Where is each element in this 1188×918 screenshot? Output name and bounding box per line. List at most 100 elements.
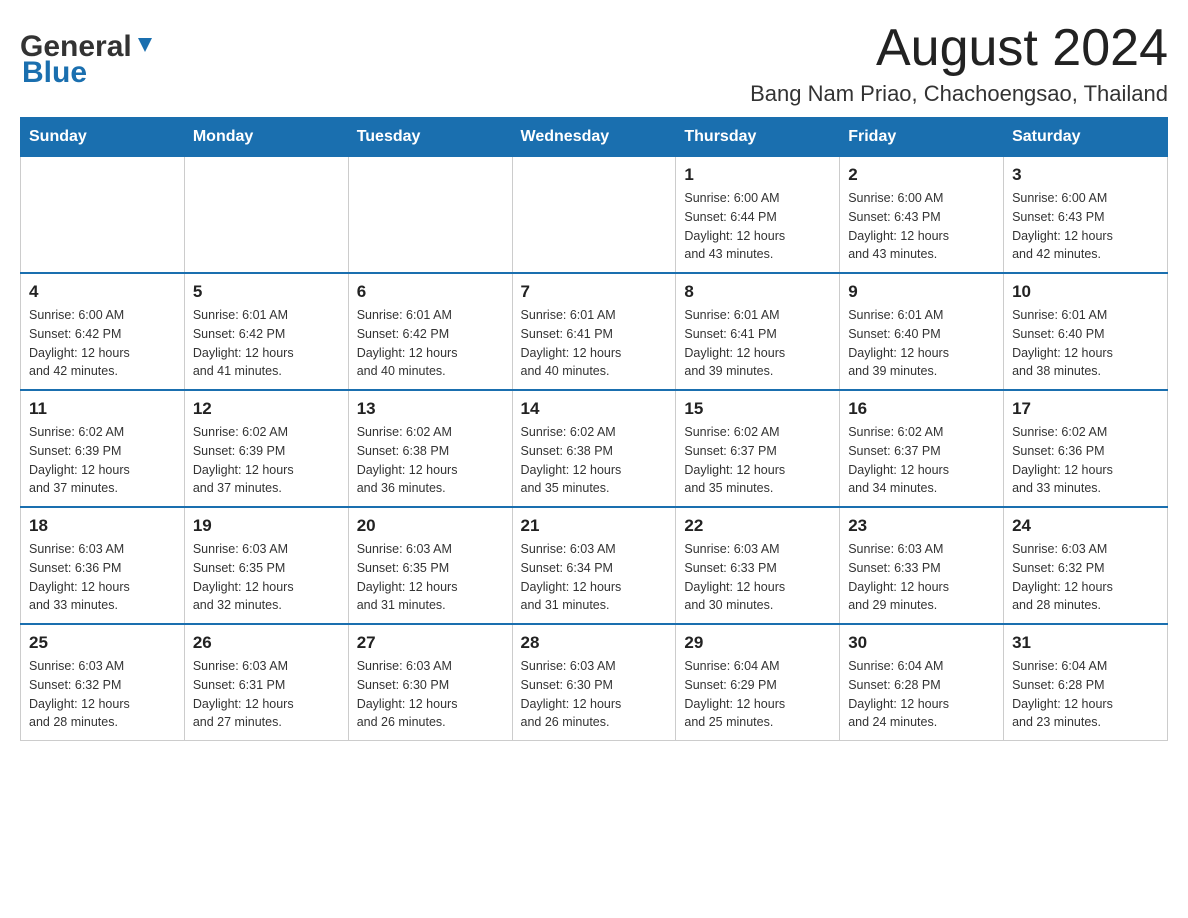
col-sunday: Sunday [21, 118, 185, 157]
day-cell-1-0: 4 Sunrise: 6:00 AMSunset: 6:42 PMDaylight… [21, 273, 185, 390]
day-cell-2-6: 17Sunrise: 6:02 AMSunset: 6:36 PMDayligh… [1004, 390, 1168, 507]
day-number: 23 [848, 516, 995, 536]
day-number: 6 [357, 282, 504, 302]
day-cell-0-1 [184, 157, 348, 274]
day-info: Sunrise: 6:03 AMSunset: 6:34 PMDaylight:… [521, 540, 668, 615]
col-monday: Monday [184, 118, 348, 157]
day-info: Sunrise: 6:03 AMSunset: 6:36 PMDaylight:… [29, 540, 176, 615]
day-number: 17 [1012, 399, 1159, 419]
col-wednesday: Wednesday [512, 118, 676, 157]
day-cell-2-1: 12 Sunrise: 6:02 AMSunset: 6:39 PMDayligh… [184, 390, 348, 507]
day-info: Sunrise: 6:01 AMSunset: 6:41 PMDaylight:… [521, 306, 668, 381]
day-cell-1-1: 5Sunrise: 6:01 AMSunset: 6:42 PMDaylight… [184, 273, 348, 390]
day-cell-2-0: 11 Sunrise: 6:02 AMSunset: 6:39 PMDayligh… [21, 390, 185, 507]
day-cell-4-0: 25 Sunrise: 6:03 AMSunset: 6:32 PMDayligh… [21, 624, 185, 741]
day-cell-3-4: 22 Sunrise: 6:03 AMSunset: 6:33 PMDayligh… [676, 507, 840, 624]
title-area: August 2024 Bang Nam Priao, Chachoengsao… [750, 20, 1168, 107]
day-number: 26 [193, 633, 340, 653]
logo-triangle-icon [134, 34, 156, 56]
day-number: 5 [193, 282, 340, 302]
day-number: 22 [684, 516, 831, 536]
day-cell-2-5: 16 Sunrise: 6:02 AMSunset: 6:37 PMDayligh… [840, 390, 1004, 507]
day-number: 16 [848, 399, 995, 419]
page-header: General Blue August 2024 Bang Nam Priao,… [20, 20, 1168, 107]
day-info: Sunrise: 6:01 AMSunset: 6:40 PMDaylight:… [848, 306, 995, 381]
day-cell-4-1: 26 Sunrise: 6:03 AMSunset: 6:31 PMDayligh… [184, 624, 348, 741]
col-friday: Friday [840, 118, 1004, 157]
day-number: 10 [1012, 282, 1159, 302]
day-cell-3-2: 20 Sunrise: 6:03 AMSunset: 6:35 PMDayligh… [348, 507, 512, 624]
day-info: Sunrise: 6:02 AMSunset: 6:38 PMDaylight:… [521, 423, 668, 498]
day-info: Sunrise: 6:03 AMSunset: 6:35 PMDaylight:… [357, 540, 504, 615]
day-info: Sunrise: 6:04 AMSunset: 6:28 PMDaylight:… [1012, 657, 1159, 732]
day-cell-2-4: 15 Sunrise: 6:02 AMSunset: 6:37 PMDayligh… [676, 390, 840, 507]
day-number: 7 [521, 282, 668, 302]
month-title: August 2024 [750, 20, 1168, 77]
day-number: 11 [29, 399, 176, 419]
day-info: Sunrise: 6:00 AMSunset: 6:43 PMDaylight:… [1012, 189, 1159, 264]
day-cell-0-5: 2 Sunrise: 6:00 AMSunset: 6:43 PMDaylight… [840, 157, 1004, 274]
day-info: Sunrise: 6:03 AMSunset: 6:35 PMDaylight:… [193, 540, 340, 615]
day-info: Sunrise: 6:04 AMSunset: 6:28 PMDaylight:… [848, 657, 995, 732]
calendar-table: Sunday Monday Tuesday Wednesday Thursday… [20, 117, 1168, 741]
day-info: Sunrise: 6:02 AMSunset: 6:39 PMDaylight:… [193, 423, 340, 498]
day-number: 28 [521, 633, 668, 653]
day-info: Sunrise: 6:00 AMSunset: 6:43 PMDaylight:… [848, 189, 995, 264]
day-cell-2-2: 13Sunrise: 6:02 AMSunset: 6:38 PMDayligh… [348, 390, 512, 507]
logo: General Blue [20, 20, 156, 90]
day-cell-0-4: 1 Sunrise: 6:00 AMSunset: 6:44 PMDaylight… [676, 157, 840, 274]
day-cell-1-2: 6Sunrise: 6:01 AMSunset: 6:42 PMDaylight… [348, 273, 512, 390]
day-info: Sunrise: 6:03 AMSunset: 6:33 PMDaylight:… [684, 540, 831, 615]
day-info: Sunrise: 6:03 AMSunset: 6:32 PMDaylight:… [1012, 540, 1159, 615]
day-number: 1 [684, 165, 831, 185]
day-number: 31 [1012, 633, 1159, 653]
day-info: Sunrise: 6:02 AMSunset: 6:38 PMDaylight:… [357, 423, 504, 498]
day-info: Sunrise: 6:00 AMSunset: 6:42 PMDaylight:… [29, 306, 176, 381]
col-thursday: Thursday [676, 118, 840, 157]
day-number: 3 [1012, 165, 1159, 185]
day-cell-4-2: 27Sunrise: 6:03 AMSunset: 6:30 PMDayligh… [348, 624, 512, 741]
day-number: 25 [29, 633, 176, 653]
day-cell-3-3: 21Sunrise: 6:03 AMSunset: 6:34 PMDayligh… [512, 507, 676, 624]
day-cell-1-5: 9 Sunrise: 6:01 AMSunset: 6:40 PMDaylight… [840, 273, 1004, 390]
location-title: Bang Nam Priao, Chachoengsao, Thailand [750, 81, 1168, 107]
day-cell-1-4: 8 Sunrise: 6:01 AMSunset: 6:41 PMDaylight… [676, 273, 840, 390]
day-info: Sunrise: 6:02 AMSunset: 6:37 PMDaylight:… [684, 423, 831, 498]
day-number: 29 [684, 633, 831, 653]
day-info: Sunrise: 6:03 AMSunset: 6:31 PMDaylight:… [193, 657, 340, 732]
day-number: 20 [357, 516, 504, 536]
col-tuesday: Tuesday [348, 118, 512, 157]
day-info: Sunrise: 6:01 AMSunset: 6:41 PMDaylight:… [684, 306, 831, 381]
day-cell-4-6: 31 Sunrise: 6:04 AMSunset: 6:28 PMDayligh… [1004, 624, 1168, 741]
day-info: Sunrise: 6:01 AMSunset: 6:40 PMDaylight:… [1012, 306, 1159, 381]
day-number: 9 [848, 282, 995, 302]
day-number: 8 [684, 282, 831, 302]
day-number: 2 [848, 165, 995, 185]
day-cell-2-3: 14Sunrise: 6:02 AMSunset: 6:38 PMDayligh… [512, 390, 676, 507]
day-cell-3-0: 18 Sunrise: 6:03 AMSunset: 6:36 PMDayligh… [21, 507, 185, 624]
day-info: Sunrise: 6:00 AMSunset: 6:44 PMDaylight:… [684, 189, 831, 264]
day-number: 15 [684, 399, 831, 419]
day-number: 4 [29, 282, 176, 302]
col-saturday: Saturday [1004, 118, 1168, 157]
day-cell-0-3 [512, 157, 676, 274]
day-number: 19 [193, 516, 340, 536]
day-info: Sunrise: 6:03 AMSunset: 6:32 PMDaylight:… [29, 657, 176, 732]
day-cell-4-4: 29Sunrise: 6:04 AMSunset: 6:29 PMDayligh… [676, 624, 840, 741]
day-cell-3-6: 24Sunrise: 6:03 AMSunset: 6:32 PMDayligh… [1004, 507, 1168, 624]
day-info: Sunrise: 6:02 AMSunset: 6:39 PMDaylight:… [29, 423, 176, 498]
day-cell-0-6: 3 Sunrise: 6:00 AMSunset: 6:43 PMDaylight… [1004, 157, 1168, 274]
day-cell-1-6: 10 Sunrise: 6:01 AMSunset: 6:40 PMDayligh… [1004, 273, 1168, 390]
day-cell-0-2 [348, 157, 512, 274]
day-info: Sunrise: 6:03 AMSunset: 6:33 PMDaylight:… [848, 540, 995, 615]
day-cell-3-1: 19 Sunrise: 6:03 AMSunset: 6:35 PMDayligh… [184, 507, 348, 624]
day-info: Sunrise: 6:02 AMSunset: 6:37 PMDaylight:… [848, 423, 995, 498]
day-cell-1-3: 7 Sunrise: 6:01 AMSunset: 6:41 PMDaylight… [512, 273, 676, 390]
day-number: 18 [29, 516, 176, 536]
day-number: 27 [357, 633, 504, 653]
day-number: 30 [848, 633, 995, 653]
week-row-3: 11 Sunrise: 6:02 AMSunset: 6:39 PMDayligh… [21, 390, 1168, 507]
week-row-4: 18 Sunrise: 6:03 AMSunset: 6:36 PMDayligh… [21, 507, 1168, 624]
day-number: 12 [193, 399, 340, 419]
week-row-2: 4 Sunrise: 6:00 AMSunset: 6:42 PMDaylight… [21, 273, 1168, 390]
